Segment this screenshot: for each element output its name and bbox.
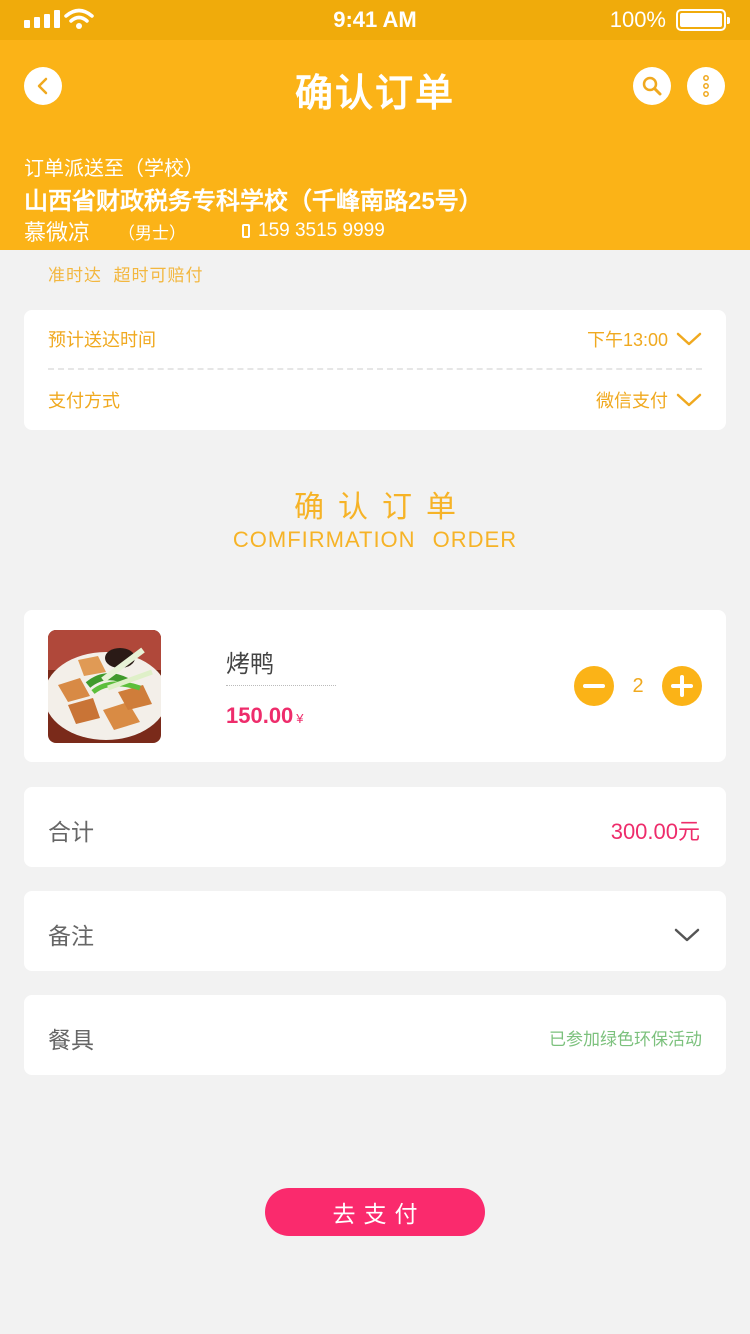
- item-price: 150.00 ¥: [226, 703, 304, 729]
- receiver-phone: 159 3515 9999: [242, 220, 385, 242]
- item-price-value: 150.00: [226, 703, 294, 728]
- quantity-stepper: 2: [574, 666, 702, 706]
- section-subtitle: COMFIRMATION ORDER: [232, 527, 518, 552]
- header: 确认订单 订单派送至（学校） 山西省财政税务专科学校（千峰南路25号） 慕微凉 …: [0, 40, 750, 250]
- delivery-address: 山西省财政税务专科学校（千峰南路25号）: [24, 188, 483, 215]
- payment-method-text: 微信支付: [596, 391, 668, 411]
- payment-method-row[interactable]: 支付方式 微信支付: [48, 370, 702, 430]
- payment-method-value[interactable]: 微信支付: [596, 387, 702, 413]
- delivery-time-row[interactable]: 预计送达时间 下午13:00: [48, 310, 702, 370]
- total-row: 合计 300.00元: [24, 787, 726, 867]
- status-bar: 9:41 AM 100%: [0, 0, 750, 40]
- increase-quantity-button[interactable]: [662, 666, 702, 706]
- chevron-down-icon: [676, 332, 702, 346]
- delivery-time-label: 预计送达时间: [48, 330, 156, 350]
- more-icon: [703, 75, 709, 97]
- chevron-down-icon: [676, 393, 702, 407]
- remark-row[interactable]: 备注: [24, 891, 726, 971]
- item-image: [48, 630, 161, 743]
- more-button[interactable]: [687, 67, 725, 105]
- delivery-time-value[interactable]: 下午13:00: [587, 326, 702, 352]
- minus-icon: [583, 684, 605, 688]
- deliver-label: 订单派送至（学校）: [24, 158, 204, 180]
- payment-method-label: 支付方式: [48, 391, 120, 411]
- chevron-down-icon[interactable]: [674, 927, 700, 943]
- total-label: 合计: [48, 819, 94, 845]
- item-divider: [226, 685, 336, 686]
- search-button[interactable]: [633, 67, 671, 105]
- battery-icon: [676, 9, 730, 31]
- receiver-name: 慕微凉: [24, 220, 91, 245]
- search-icon: [642, 76, 662, 96]
- ontime-notice: 准时达 超时可赔付: [48, 266, 204, 285]
- section-title: 确认订单: [294, 491, 470, 524]
- delivery-time-text: 下午13:00: [586, 330, 668, 350]
- delivery-options-card: 预计送达时间 下午13:00 支付方式 微信支付: [24, 310, 726, 430]
- battery-percent: 100%: [609, 7, 666, 32]
- item-name: 烤鸭: [226, 651, 274, 678]
- tableware-label: 餐具: [48, 1027, 94, 1053]
- item-currency: ¥: [296, 711, 304, 726]
- order-item-card: 烤鸭 150.00 ¥ 2: [24, 610, 726, 762]
- tableware-value: 已参加绿色环保活动: [549, 1030, 702, 1049]
- quantity-value: 2: [632, 674, 644, 697]
- decrease-quantity-button[interactable]: [574, 666, 614, 706]
- total-value: 300.00元: [610, 819, 700, 844]
- receiver-gender: （男士）: [118, 224, 186, 243]
- tableware-row[interactable]: 餐具 已参加绿色环保活动: [24, 995, 726, 1075]
- phone-icon: [242, 224, 250, 238]
- remark-label: 备注: [48, 923, 94, 949]
- phone-number: 159 3515 9999: [258, 220, 385, 241]
- pay-button[interactable]: 去支付: [265, 1188, 485, 1236]
